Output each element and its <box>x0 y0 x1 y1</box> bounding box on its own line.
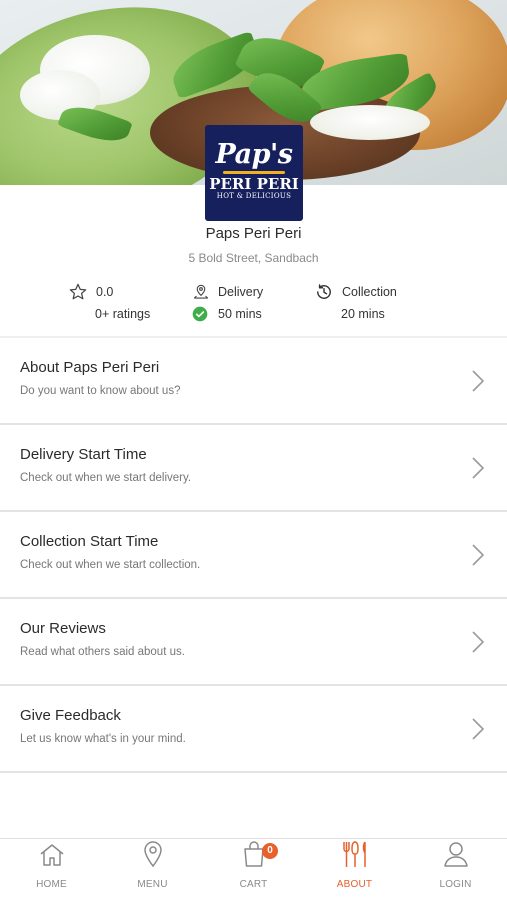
menu-item-subtitle: Do you want to know about us? <box>20 385 181 397</box>
cutlery-icon <box>339 840 371 873</box>
menu-item-collection-start-time[interactable]: Collection Start Time Check out when we … <box>0 512 507 599</box>
check-circle-icon <box>192 306 208 322</box>
rating-value: 0.0 <box>96 285 114 299</box>
delivery-label: Delivery <box>218 285 264 299</box>
tab-home[interactable]: HOME <box>1 839 102 900</box>
shopping-bag-icon <box>242 840 266 873</box>
user-icon <box>443 840 469 873</box>
rating-count: 0+ ratings <box>95 307 151 321</box>
menu-item-title: About Paps Peri Peri <box>20 359 160 376</box>
menu-item-title: Collection Start Time <box>20 533 159 550</box>
menu-item-give-feedback[interactable]: Give Feedback Let us know what's in your… <box>0 686 507 773</box>
home-icon <box>38 842 66 873</box>
logo-swoosh <box>223 171 285 174</box>
delivery-time: 50 mins <box>218 307 262 321</box>
tab-menu[interactable]: MENU <box>102 839 203 900</box>
menu-item-subtitle: Check out when we start delivery. <box>20 472 192 484</box>
collection-label: Collection <box>342 285 397 299</box>
cart-count-badge: 0 <box>262 843 278 859</box>
restaurant-address: 5 Bold Street, Sandbach <box>188 251 319 265</box>
restaurant-logo: Pap's PERI PERI HOT & DELICIOUS <box>205 125 303 221</box>
rating-stat: 0.0 0+ ratings <box>68 281 150 325</box>
menu-item-title: Delivery Start Time <box>20 446 147 463</box>
menu-item-subtitle: Read what others said about us. <box>20 646 185 658</box>
restaurant-stats: 0.0 0+ ratings Delivery 50 mins Collecti… <box>0 281 507 325</box>
history-clock-icon <box>314 282 334 302</box>
chevron-right-icon <box>471 369 485 398</box>
map-pin-icon <box>192 283 210 301</box>
restaurant-name: Paps Peri Peri <box>205 225 302 242</box>
tab-label: HOME <box>36 879 67 890</box>
menu-item-subtitle: Check out when we start collection. <box>20 559 201 571</box>
chevron-right-icon <box>471 456 485 485</box>
tab-cart[interactable]: 0 CART <box>203 839 304 900</box>
menu-item-about[interactable]: About Paps Peri Peri Do you want to know… <box>0 338 507 425</box>
delivery-stat: Delivery 50 mins <box>192 281 263 325</box>
menu-item-title: Give Feedback <box>20 707 121 724</box>
collection-stat: Collection 20 mins <box>314 281 397 325</box>
tab-label: LOGIN <box>439 879 472 890</box>
collection-time: 20 mins <box>341 307 385 321</box>
chevron-right-icon <box>471 543 485 572</box>
menu-item-delivery-start-time[interactable]: Delivery Start Time Check out when we st… <box>0 425 507 512</box>
tab-label: ABOUT <box>336 879 373 890</box>
chevron-right-icon <box>471 630 485 659</box>
star-outline-icon <box>68 282 88 302</box>
logo-text-name: Pap's <box>215 139 293 170</box>
tab-label: CART <box>239 879 268 890</box>
location-pin-icon <box>141 840 165 873</box>
about-menu-list: About Paps Peri Peri Do you want to know… <box>0 338 507 773</box>
menu-item-our-reviews[interactable]: Our Reviews Read what others said about … <box>0 599 507 686</box>
logo-text-tagline: HOT & DELICIOUS <box>216 192 292 200</box>
bottom-tab-bar: HOME MENU 0 CART ABOUT LOGIN <box>0 838 507 900</box>
menu-item-subtitle: Let us know what's in your mind. <box>20 733 186 745</box>
menu-item-title: Our Reviews <box>20 620 106 637</box>
logo-text-periperi: PERI PERI <box>209 175 299 193</box>
chevron-right-icon <box>471 717 485 746</box>
tab-login[interactable]: LOGIN <box>405 839 506 900</box>
tab-label: MENU <box>137 879 168 890</box>
tab-about[interactable]: ABOUT <box>304 839 405 900</box>
